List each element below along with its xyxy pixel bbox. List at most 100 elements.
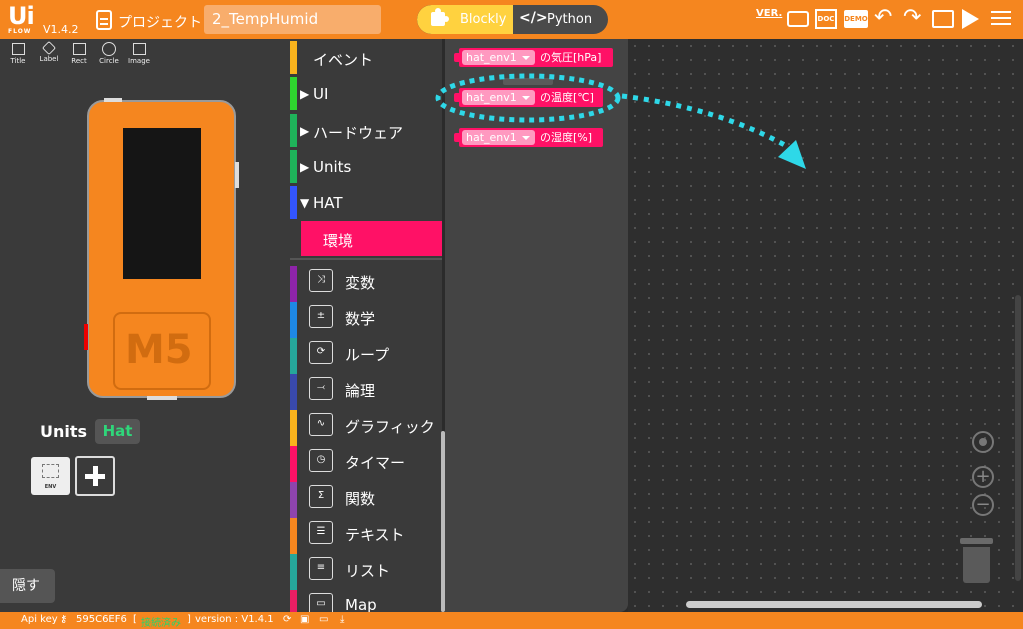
shape-label[interactable]: Label — [34, 40, 64, 69]
temperature-block[interactable]: hat_env1 の温度[℃] — [454, 88, 603, 107]
device-icon[interactable] — [932, 10, 954, 28]
workspace-horizontal-scrollbar[interactable] — [686, 601, 982, 608]
loop-icon: ⟳ — [309, 341, 333, 364]
block-text: の温度[℃] — [540, 91, 594, 104]
logo-text: Ui — [8, 2, 35, 30]
shape-rect[interactable]: Rect — [64, 41, 94, 69]
redo-icon[interactable]: ↷ — [903, 5, 921, 30]
demo-icon[interactable]: DEMO — [844, 10, 868, 28]
text-icon: ☰ — [309, 521, 333, 544]
logo-subtext: FLOW — [8, 28, 32, 35]
unit-dropdown[interactable]: hat_env1 — [462, 90, 535, 105]
zoom-out-icon[interactable]: − — [972, 494, 994, 516]
blockly-label: Blockly — [460, 12, 507, 27]
workspace-vertical-scrollbar[interactable] — [1015, 295, 1021, 581]
category-loops[interactable]: ⟳ ループ — [290, 338, 442, 374]
shape-title[interactable]: Title — [3, 41, 33, 69]
project-menu-label[interactable]: プロジェクト — [118, 12, 202, 32]
trash-lid — [960, 538, 993, 544]
category-label: 関数 — [345, 490, 376, 508]
expand-arrow-icon: ▶ — [300, 87, 310, 101]
folder-icon[interactable]: ▭ — [319, 614, 328, 625]
menu-icon[interactable] — [991, 11, 1011, 33]
category-timer[interactable]: ◷ タイマー — [290, 446, 442, 482]
refresh-icon[interactable]: ⟳ — [283, 614, 291, 625]
download-icon[interactable]: ⤓ — [340, 614, 344, 625]
category-color-bar — [290, 114, 297, 147]
pressure-block[interactable]: hat_env1 の気圧[hPa] — [454, 48, 613, 67]
category-variables[interactable]: ⤨ 変数 — [290, 266, 442, 302]
device-top-button[interactable] — [104, 98, 122, 102]
unit-dropdown[interactable]: hat_env1 — [462, 50, 535, 65]
category-functions[interactable]: Σ 関数 — [290, 482, 442, 518]
project-icon[interactable] — [96, 10, 112, 30]
trash-can — [963, 547, 990, 583]
device-right-button[interactable] — [235, 162, 239, 188]
category-units[interactable]: ▶ Units — [290, 150, 442, 186]
category-label: テキスト — [345, 526, 405, 544]
api-key-value[interactable]: 595C6EF6 — [76, 614, 127, 625]
run-icon[interactable] — [962, 9, 979, 29]
shape-label: Title — [10, 57, 26, 65]
dropdown-arrow-icon — [521, 136, 530, 140]
block-output-nub — [454, 53, 459, 62]
category-env-selected[interactable]: 環境 — [301, 221, 442, 256]
block-ghost — [503, 78, 553, 85]
logic-icon: ⤙ — [309, 377, 333, 400]
doc-icon[interactable]: DOC — [815, 9, 837, 29]
category-color-bar — [290, 554, 297, 590]
block-workspace[interactable] — [628, 39, 1023, 612]
category-graphics[interactable]: ∿ グラフィック — [290, 410, 442, 446]
add-unit-button[interactable] — [75, 456, 115, 496]
unit-dropdown[interactable]: hat_env1 — [462, 130, 535, 145]
python-mode-button[interactable]: </> Python — [513, 5, 608, 34]
device-screen[interactable] — [123, 128, 201, 279]
category-color-bar — [290, 302, 297, 338]
trash-icon[interactable] — [960, 538, 993, 583]
block-toolbox: イベント ▶ UI ▶ ハードウェア ▶ Units ▼ HAT 環境 ⤨ 変数… — [290, 39, 442, 612]
category-text[interactable]: ☰ テキスト — [290, 518, 442, 554]
shape-circle[interactable]: Circle — [94, 41, 124, 69]
category-color-bar — [290, 150, 297, 183]
shape-label: Circle — [99, 57, 119, 65]
shape-label: Image — [128, 57, 150, 65]
dropdown-value: hat_env1 — [466, 131, 517, 144]
category-color-bar — [290, 266, 297, 302]
blockly-mode-button[interactable]: Blockly — [417, 5, 513, 34]
category-label: Map — [345, 596, 377, 612]
function-icon: Σ — [309, 485, 333, 508]
dropdown-value: hat_env1 — [466, 51, 517, 64]
category-ui[interactable]: ▶ UI — [290, 77, 442, 113]
category-hat[interactable]: ▼ HAT — [290, 186, 442, 222]
category-events[interactable]: イベント — [290, 41, 442, 77]
image-icon — [132, 43, 146, 55]
undo-icon[interactable]: ↶ — [874, 5, 892, 30]
connection-bracket-open: [ — [133, 614, 137, 625]
chat-icon[interactable] — [787, 11, 809, 27]
project-name-input[interactable]: 2_TempHumid — [204, 5, 381, 34]
version-icon[interactable]: VER. — [756, 8, 782, 30]
recenter-icon[interactable] — [972, 431, 994, 453]
category-color-bar — [290, 590, 297, 612]
env-hat-unit[interactable]: ENV — [31, 457, 70, 495]
graphic-icon: ∿ — [309, 413, 333, 436]
category-lists[interactable]: ≡ リスト — [290, 554, 442, 590]
category-color-bar — [290, 374, 297, 410]
category-math[interactable]: ± 数学 — [290, 302, 442, 338]
zoom-in-icon[interactable]: + — [972, 466, 994, 488]
category-hardware[interactable]: ▶ ハードウェア — [290, 114, 442, 150]
shape-image[interactable]: Image — [124, 41, 154, 69]
category-logic[interactable]: ⤙ 論理 — [290, 374, 442, 410]
category-map[interactable]: ▭ Map — [290, 590, 442, 612]
category-label: ループ — [345, 346, 390, 364]
expand-arrow-icon: ▶ — [300, 124, 310, 138]
save-icon[interactable]: ▣ — [300, 614, 309, 625]
device-left-button[interactable] — [84, 324, 88, 350]
category-color-bar — [290, 186, 297, 219]
hide-button[interactable]: 隠す — [0, 569, 55, 603]
block-text: の気圧[hPa] — [540, 51, 602, 64]
block-output-nub — [454, 93, 459, 102]
humidity-block[interactable]: hat_env1 の湿度[%] — [454, 128, 603, 147]
collapse-arrow-icon: ▼ — [300, 196, 310, 210]
hat-badge[interactable]: Hat — [95, 419, 140, 444]
